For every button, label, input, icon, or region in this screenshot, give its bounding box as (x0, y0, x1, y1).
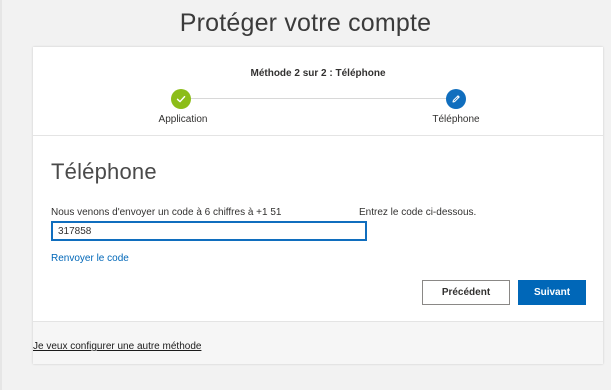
step-caption: Méthode 2 sur 2 : Téléphone (250, 68, 386, 79)
step-label-application: Application (158, 114, 208, 125)
step-done-indicator (171, 89, 191, 109)
verification-code-input[interactable] (51, 221, 367, 241)
divider (33, 135, 603, 136)
enter-code-message: Entrez le code ci-dessous. (359, 207, 477, 218)
next-button[interactable]: Suivant (518, 280, 586, 305)
setup-card: Méthode 2 sur 2 : Téléphone Application … (33, 47, 603, 364)
previous-button[interactable]: Précédent (422, 280, 510, 305)
check-icon (175, 93, 187, 105)
other-method-link[interactable]: Je veux configurer une autre méthode (33, 341, 201, 352)
step-active-indicator (446, 89, 466, 109)
page-edge (0, 0, 2, 390)
pencil-icon (450, 93, 462, 105)
card-footer: Je veux configurer une autre méthode (33, 321, 603, 364)
page-title: Protéger votre compte (179, 9, 432, 37)
code-sent-message: Nous venons d'envoyer un code à 6 chiffr… (51, 207, 282, 218)
resend-code-link[interactable]: Renvoyer le code (51, 253, 129, 264)
step-label-telephone: Téléphone (432, 114, 480, 125)
section-title: Téléphone (51, 159, 157, 184)
step-progress-line (190, 98, 447, 99)
